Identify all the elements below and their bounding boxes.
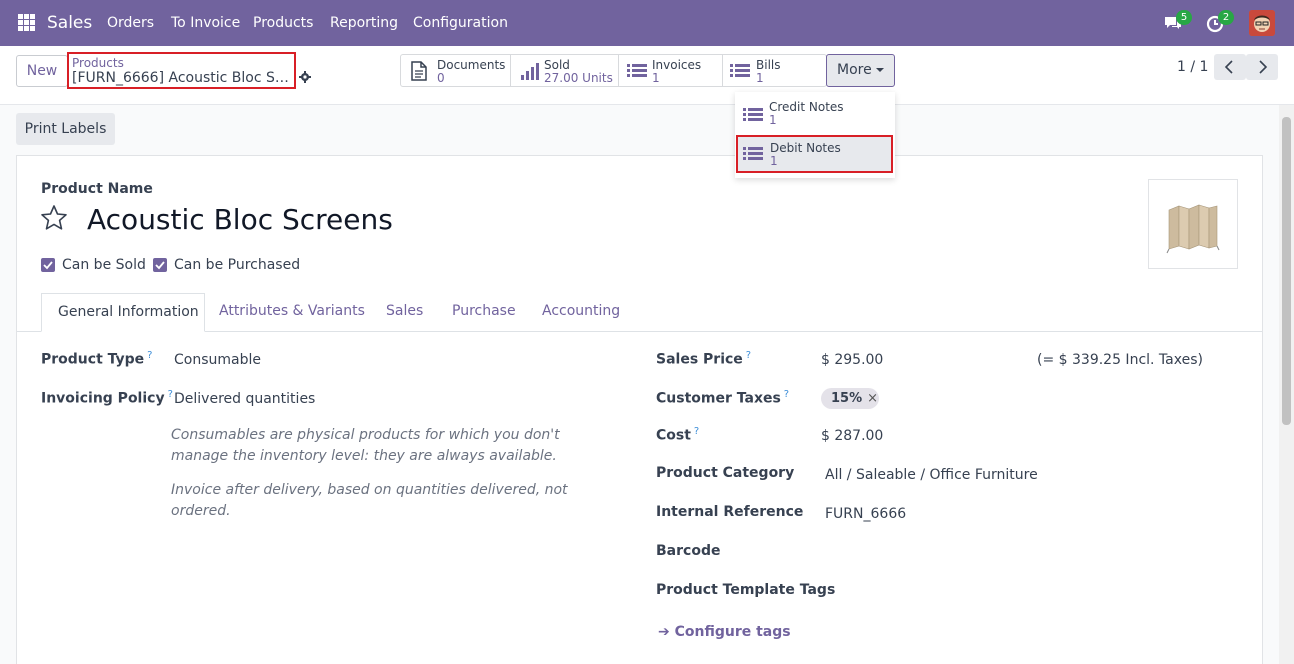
tab-general-information-label: General Information — [58, 304, 199, 320]
sold-smart-button[interactable]: Sold 27.00 Units — [511, 55, 619, 86]
can-be-purchased-label[interactable]: Can be Purchased — [174, 257, 300, 273]
price-incl-taxes: (= $ 339.25 Incl. Taxes) — [1037, 352, 1203, 368]
can-be-sold-checkbox[interactable] — [41, 258, 55, 272]
menu-orders[interactable]: Orders — [107, 15, 154, 31]
cost-label: Cost? — [656, 426, 700, 444]
configure-tags-link[interactable]: ➔ Configure tags — [658, 624, 791, 640]
credit-notes-menu-item[interactable]: Credit Notes 1 — [735, 96, 895, 134]
product-category-field[interactable]: All / Saleable / Office Furniture — [825, 467, 1038, 483]
invoicing-policy-label: Invoicing Policy? — [41, 389, 173, 407]
tab-sales[interactable]: Sales — [386, 303, 423, 319]
invoices-label: Invoices — [652, 58, 702, 72]
help-tooltip-icon[interactable]: ? — [784, 389, 789, 400]
bills-label: Bills — [756, 58, 781, 72]
breadcrumb: Products [FURN_6666] Acoustic Bloc Scree… — [67, 52, 296, 89]
menu-to-invoice[interactable]: To Invoice — [171, 15, 240, 31]
credit-notes-label: Credit Notes — [769, 100, 844, 114]
credit-notes-count: 1 — [769, 113, 777, 127]
product-type-label: Product Type? — [41, 350, 153, 368]
customer-taxes-label: Customer Taxes? — [656, 389, 790, 407]
app-name[interactable]: Sales — [47, 13, 92, 33]
list-icon — [627, 64, 647, 77]
bills-smart-button[interactable]: Bills 1 — [723, 55, 826, 86]
invoicing-policy-field[interactable]: Delivered quantities — [174, 391, 315, 407]
internal-reference-label: Internal Reference — [656, 504, 804, 520]
more-dropdown-menu: Credit Notes 1 Debit Notes 1 — [735, 92, 895, 178]
control-panel: New Products [FURN_6666] Acoustic Bloc S… — [0, 46, 1294, 105]
sales-price-field[interactable]: $ 295.00 — [821, 352, 883, 368]
help-tooltip-icon[interactable]: ? — [147, 350, 152, 361]
product-template-tags-label: Product Template Tags — [656, 582, 836, 598]
bills-count: 1 — [756, 71, 764, 85]
tax-tag[interactable]: 15% × — [821, 388, 879, 409]
product-category-label: Product Category — [656, 465, 795, 481]
breadcrumb-current-record: [FURN_6666] Acoustic Bloc Screens — [72, 70, 290, 86]
invoicing-policy-help-text: Invoice after delivery, based on quantit… — [171, 482, 568, 519]
print-labels-button[interactable]: Print Labels — [16, 113, 115, 145]
caret-down-icon — [875, 68, 884, 72]
internal-reference-field[interactable]: FURN_6666 — [825, 506, 906, 522]
debit-notes-menu-item[interactable]: Debit Notes 1 — [736, 135, 893, 173]
can-be-purchased-checkbox[interactable] — [153, 258, 167, 272]
can-be-sold-label[interactable]: Can be Sold — [62, 257, 146, 273]
arrow-right-icon: ➔ — [658, 624, 670, 640]
help-tooltip-icon[interactable]: ? — [694, 426, 699, 437]
product-name-label: Product Name — [41, 181, 153, 197]
pager-previous-button[interactable] — [1214, 54, 1246, 80]
messages-badge: 5 — [1176, 10, 1192, 25]
smart-buttons: Documents 0 Sold 27.00 Units Invoices 1 — [400, 54, 827, 87]
remove-tag-icon[interactable]: × — [867, 391, 878, 406]
breadcrumb-products-link[interactable]: Products — [72, 56, 124, 70]
activities-badge: 2 — [1218, 10, 1234, 25]
pager-value[interactable]: 1 / 1 — [1177, 59, 1208, 75]
documents-smart-button[interactable]: Documents 0 — [401, 55, 511, 86]
tab-purchase[interactable]: Purchase — [452, 303, 516, 319]
chevron-right-icon — [1259, 60, 1268, 74]
product-name-field[interactable]: Acoustic Bloc Screens — [87, 203, 393, 236]
gear-icon[interactable] — [299, 71, 311, 83]
product-image[interactable] — [1148, 179, 1238, 269]
help-tooltip-icon[interactable]: ? — [168, 389, 173, 400]
invoices-count: 1 — [652, 71, 660, 85]
documents-count: 0 — [437, 71, 445, 85]
menu-configuration[interactable]: Configuration — [413, 15, 508, 31]
bar-chart-icon — [521, 63, 539, 80]
pager-next-button[interactable] — [1246, 54, 1278, 80]
menu-products[interactable]: Products — [253, 15, 313, 31]
top-navbar: Sales Orders To Invoice Products Reporti… — [0, 0, 1294, 46]
tab-attributes-variants[interactable]: Attributes & Variants — [219, 303, 365, 319]
tab-accounting[interactable]: Accounting — [542, 303, 620, 319]
sales-price-label: Sales Price? — [656, 350, 752, 368]
cost-field[interactable]: $ 287.00 — [821, 428, 883, 444]
debit-notes-label: Debit Notes — [770, 141, 841, 155]
invoices-smart-button[interactable]: Invoices 1 — [619, 55, 723, 86]
apps-menu-icon[interactable] — [18, 14, 35, 31]
star-icon[interactable] — [40, 204, 68, 232]
list-icon — [730, 64, 750, 77]
tax-tag-label: 15% — [831, 391, 863, 406]
more-dropdown-button[interactable]: More — [826, 54, 895, 87]
tab-general-information[interactable]: General Information — [41, 293, 205, 332]
list-icon — [743, 147, 763, 160]
product-type-field[interactable]: Consumable — [174, 352, 261, 368]
scrollbar-thumb[interactable] — [1282, 117, 1291, 425]
menu-reporting[interactable]: Reporting — [330, 15, 398, 31]
file-icon — [411, 61, 427, 81]
help-tooltip-icon[interactable]: ? — [746, 350, 751, 361]
barcode-label: Barcode — [656, 543, 721, 559]
product-type-help-text: Consumables are physical products for wh… — [171, 427, 560, 464]
documents-label: Documents — [437, 58, 506, 72]
page-scrollbar[interactable] — [1279, 105, 1294, 664]
list-icon — [743, 108, 763, 121]
more-label: More — [837, 62, 872, 78]
chevron-left-icon — [1224, 60, 1233, 74]
sold-label: Sold — [544, 58, 570, 72]
new-button[interactable]: New — [16, 55, 68, 87]
configure-tags-label: Configure tags — [674, 624, 791, 640]
sold-quantity: 27.00 Units — [544, 71, 613, 85]
debit-notes-count: 1 — [770, 154, 778, 168]
user-avatar[interactable] — [1249, 10, 1275, 36]
